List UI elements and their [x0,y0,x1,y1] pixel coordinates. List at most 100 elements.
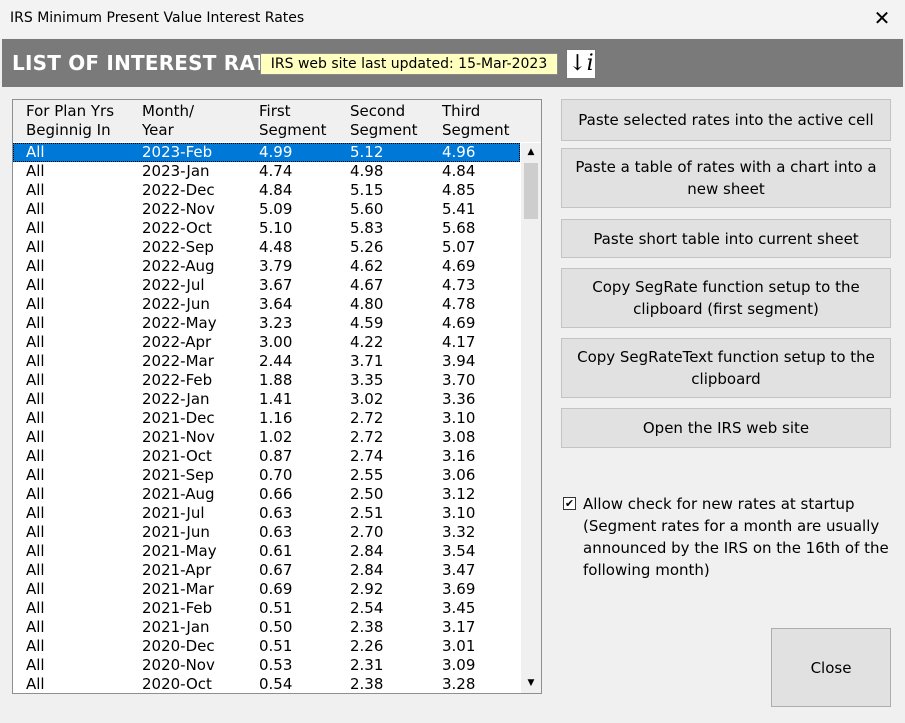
table-cell: 1.02 [259,428,293,446]
table-cell: All [26,542,45,560]
table-cell: All [26,447,45,465]
table-cell: All [26,333,45,351]
table-row[interactable]: All 2022-Sep 4.48 5.26 5.07 [13,238,520,257]
copy-segrate-button[interactable]: Copy SegRate function setup to the clipb… [561,268,891,328]
table-cell: 3.06 [442,466,476,484]
table-row[interactable]: All 2023-Feb 4.99 5.12 4.96 [13,143,520,162]
table-cell: 1.41 [259,390,293,408]
close-button[interactable]: Close [771,628,891,707]
close-icon[interactable]: ✕ [873,6,891,30]
table-cell: 2023-Jan [142,162,210,180]
table-cell: All [26,523,45,541]
table-cell: 3.00 [259,333,293,351]
table-row[interactable]: All 2022-May 3.23 4.59 4.69 [13,314,520,333]
info-icon[interactable]: ↓i [566,49,596,79]
page-title: LIST OF INTEREST RATES [12,51,296,75]
table-row[interactable]: All 2021-Oct 0.87 2.74 3.16 [13,447,520,466]
table-cell: 2.55 [350,466,384,484]
table-cell: 5.12 [350,143,384,161]
table-cell: 3.16 [442,447,476,465]
table-cell: All [26,656,45,674]
table-row[interactable]: All 2021-Feb 0.51 2.54 3.45 [13,599,520,618]
scroll-up-icon[interactable]: ▲ [521,143,541,162]
table-cell: All [26,580,45,598]
table-cell: 2022-Nov [142,200,215,218]
table-cell: 2021-May [142,542,217,560]
table-cell: All [26,162,45,180]
table-cell: All [26,371,45,389]
table-row[interactable]: All 2021-Nov 1.02 2.72 3.08 [13,428,520,447]
table-row[interactable]: All 2021-May 0.61 2.84 3.54 [13,542,520,561]
table-cell: 4.62 [350,257,384,275]
table-cell: 2.38 [350,618,384,636]
table-row[interactable]: All 2022-Jun 3.64 4.80 4.78 [13,295,520,314]
table-cell: 2022-Sep [142,238,214,256]
table-cell: 3.94 [442,352,476,370]
table-cell: 4.59 [350,314,384,332]
table-cell: 2022-Apr [142,333,212,351]
table-row[interactable]: All 2021-Jan 0.50 2.38 3.17 [13,618,520,637]
open-irs-website-button[interactable]: Open the IRS web site [561,408,891,448]
table-cell: 2021-Jan [142,618,210,636]
table-row[interactable]: All 2022-Oct 5.10 5.83 5.68 [13,219,520,238]
table-row[interactable]: All 2020-Oct 0.54 2.38 3.28 [13,675,520,693]
table-row[interactable]: All 2022-Mar 2.44 3.71 3.94 [13,352,520,371]
table-cell: 2020-Dec [142,637,215,655]
table-cell: 3.28 [442,675,476,693]
table-cell: 2.51 [350,504,384,522]
table-row[interactable]: All 2022-Apr 3.00 4.22 4.17 [13,333,520,352]
table-cell: 3.23 [259,314,293,332]
scroll-thumb[interactable] [524,163,538,219]
table-cell: 3.67 [259,276,293,294]
table-cell: 2021-Oct [142,447,212,465]
table-cell: 2021-Feb [142,599,213,617]
table-row[interactable]: All 2021-Jul 0.63 2.51 3.10 [13,504,520,523]
table-cell: All [26,200,45,218]
paste-short-table-button[interactable]: Paste short table into current sheet [561,219,891,258]
table-row[interactable]: All 2021-Sep 0.70 2.55 3.06 [13,466,520,485]
table-cell: 0.51 [259,599,293,617]
vertical-scrollbar[interactable]: ▲ ▼ [521,143,541,693]
table-row[interactable]: All 2021-Aug 0.66 2.50 3.12 [13,485,520,504]
table-row[interactable]: All 2021-Dec 1.16 2.72 3.10 [13,409,520,428]
table-cell: 2020-Oct [142,675,212,693]
table-cell: 3.17 [442,618,476,636]
table-cell: 0.63 [259,523,293,541]
allow-check-checkbox[interactable]: ✔ [563,497,576,510]
window-title: IRS Minimum Present Value Interest Rates [10,10,305,26]
table-cell: All [26,295,45,313]
table-row[interactable]: All 2022-Jan 1.41 3.02 3.36 [13,390,520,409]
table-cell: 4.22 [350,333,384,351]
table-cell: 1.88 [259,371,293,389]
table-row[interactable]: All 2022-Aug 3.79 4.62 4.69 [13,257,520,276]
table-cell: 3.71 [350,352,384,370]
rates-listbox[interactable]: For Plan Yrs Beginnig In Month/Year First… [12,99,542,694]
table-cell: 4.67 [350,276,384,294]
table-cell: 3.69 [442,580,476,598]
table-row[interactable]: All 2020-Dec 0.51 2.26 3.01 [13,637,520,656]
table-row[interactable]: All 2020-Nov 0.53 2.31 3.09 [13,656,520,675]
table-row[interactable]: All 2022-Feb 1.88 3.35 3.70 [13,371,520,390]
table-row[interactable]: All 2021-Apr 0.67 2.84 3.47 [13,561,520,580]
scroll-down-icon[interactable]: ▼ [521,674,541,693]
table-cell: 3.79 [259,257,293,275]
table-cell: All [26,181,45,199]
table-cell: 3.64 [259,295,293,313]
table-row[interactable]: All 2022-Dec 4.84 5.15 4.85 [13,181,520,200]
copy-segratetext-button[interactable]: Copy SegRateText function setup to the c… [561,338,891,398]
paste-selected-button[interactable]: Paste selected rates into the active cel… [561,99,891,141]
table-row[interactable]: All 2022-Jul 3.67 4.67 4.73 [13,276,520,295]
table-row[interactable]: All 2021-Mar 0.69 2.92 3.69 [13,580,520,599]
table-cell: 0.51 [259,637,293,655]
rate-rows: All 2023-Feb 4.99 5.12 4.96 All 2023-Jan 4.74 4.… [13,143,520,693]
table-cell: All [26,352,45,370]
table-row[interactable]: All 2022-Nov 5.09 5.60 5.41 [13,200,520,219]
table-cell: 4.84 [442,162,476,180]
table-cell: 2021-Sep [142,466,214,484]
table-cell: 2022-Jul [142,276,205,294]
table-cell: 5.41 [442,200,476,218]
table-cell: 3.09 [442,656,476,674]
table-row[interactable]: All 2021-Jun 0.63 2.70 3.32 [13,523,520,542]
paste-table-chart-button[interactable]: Paste a table of rates with a chart into… [561,148,891,208]
table-row[interactable]: All 2023-Jan 4.74 4.98 4.84 [13,162,520,181]
